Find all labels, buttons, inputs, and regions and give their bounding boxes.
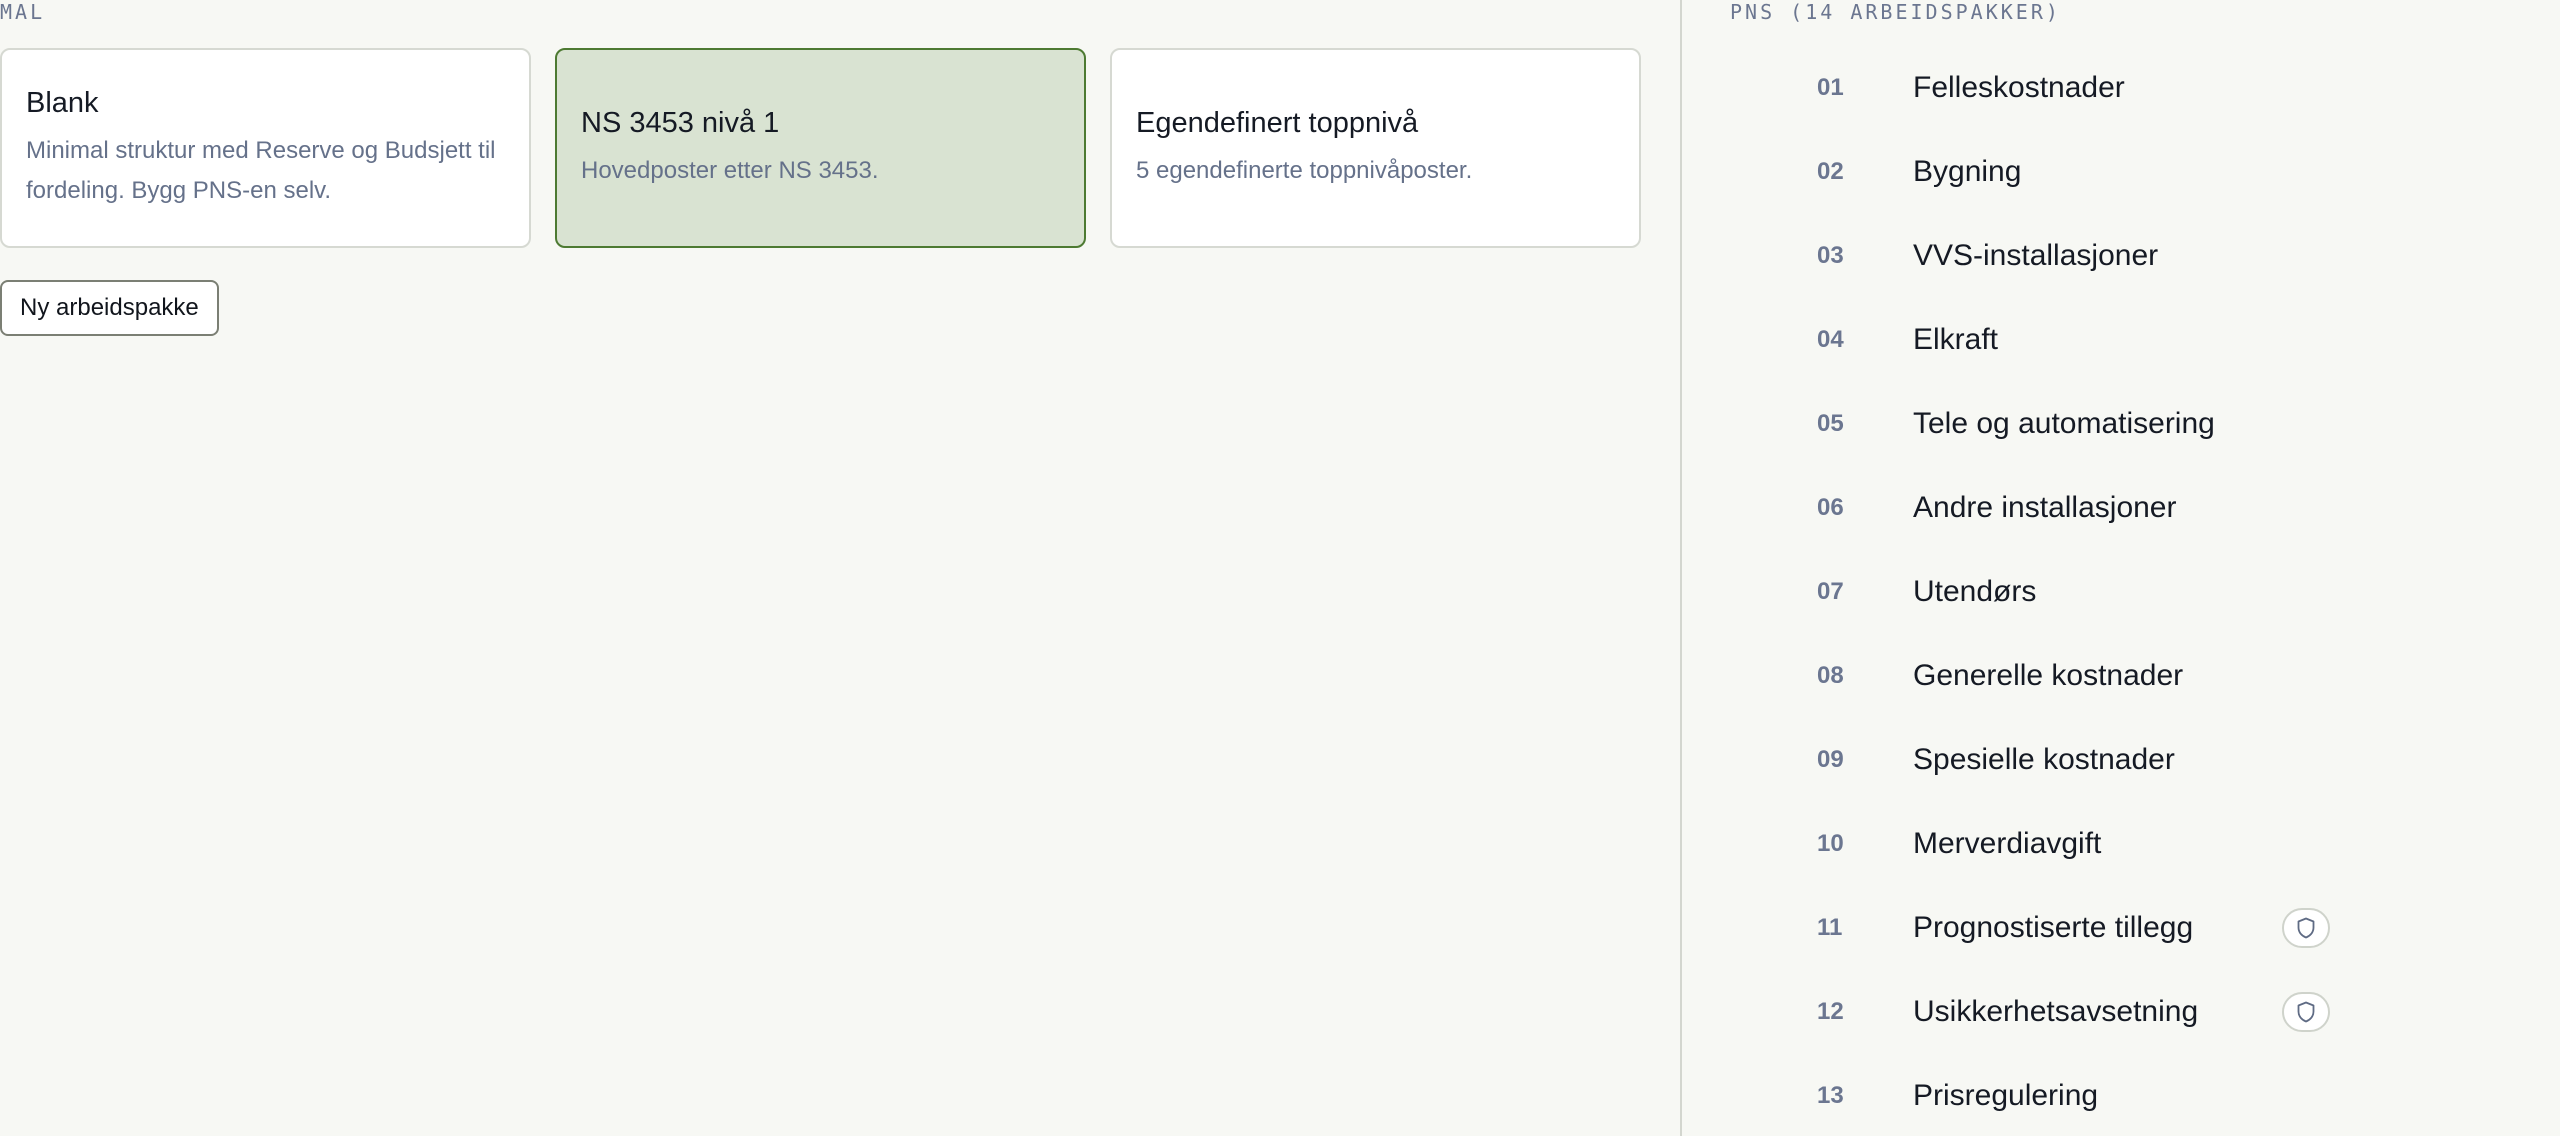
template-section-label: MAL xyxy=(0,0,46,24)
card-title: Egendefinert toppnivå xyxy=(1136,107,1419,139)
card-title: Blank xyxy=(26,87,99,119)
shield-icon xyxy=(2282,908,2330,948)
pns-name: Utendørs xyxy=(1913,575,2037,608)
pns-name: Prognostiserte tillegg xyxy=(1913,911,2194,944)
pns-row[interactable]: 07 Utendørs xyxy=(1682,550,2560,634)
template-cards: Blank Minimal struktur med Reserve og Bu… xyxy=(0,48,1641,248)
pns-name: Merverdiavgift xyxy=(1913,827,2102,860)
pns-name: Tele og automatisering xyxy=(1913,407,2215,440)
pns-number: 05 xyxy=(1817,410,1844,437)
template-card-blank[interactable]: Blank Minimal struktur med Reserve og Bu… xyxy=(0,48,531,248)
page: MAL Blank Minimal struktur med Reserve o… xyxy=(0,0,2560,1136)
pns-name: Bygning xyxy=(1913,155,2022,188)
pns-name: Spesielle kostnader xyxy=(1913,743,2175,776)
template-card-custom[interactable]: Egendefinert toppnivå 5 egendefinerte to… xyxy=(1110,48,1641,248)
card-description: 5 egendefinerte toppnivåposter. xyxy=(1136,157,1473,184)
pns-number: 12 xyxy=(1817,998,1844,1025)
card-title: NS 3453 nivå 1 xyxy=(581,107,780,139)
shield-icon xyxy=(2282,992,2330,1032)
pns-name: Usikkerhetsavsetning xyxy=(1913,995,2199,1028)
pns-row[interactable]: 01 Felleskostnader xyxy=(1682,46,2560,130)
pns-number: 02 xyxy=(1817,158,1844,185)
pns-number: 08 xyxy=(1817,662,1844,689)
pns-number: 01 xyxy=(1817,74,1844,101)
pns-row[interactable]: 06 Andre installasjoner xyxy=(1682,466,2560,550)
pns-row[interactable]: 12 Usikkerhetsavsetning xyxy=(1682,970,2560,1054)
pns-row[interactable]: 11 Prognostiserte tillegg xyxy=(1682,886,2560,970)
pns-row[interactable]: 10 Merverdiavgift xyxy=(1682,802,2560,886)
pns-number: 03 xyxy=(1817,242,1844,269)
pns-number: 07 xyxy=(1817,578,1844,605)
template-panel: MAL Blank Minimal struktur med Reserve o… xyxy=(0,0,1680,1136)
pns-number: 10 xyxy=(1817,830,1844,857)
pns-name: Generelle kostnader xyxy=(1913,659,2184,692)
pns-row[interactable]: 03 VVS-installasjoner xyxy=(1682,214,2560,298)
pns-row[interactable]: 13 Prisregulering xyxy=(1682,1054,2560,1136)
pns-name: Felleskostnader xyxy=(1913,71,2125,104)
card-description: Hovedposter etter NS 3453. xyxy=(581,157,879,184)
pns-row[interactable]: 08 Generelle kostnader xyxy=(1682,634,2560,718)
pns-number: 13 xyxy=(1817,1082,1844,1109)
pns-number: 06 xyxy=(1817,494,1844,521)
pns-name: Prisregulering xyxy=(1913,1079,2099,1112)
pns-section-label: PNS (14 ARBEIDSPAKKER) xyxy=(1730,0,2061,24)
pns-name: VVS-installasjoner xyxy=(1913,239,2159,272)
pns-panel: PNS (14 ARBEIDSPAKKER) 01 Felleskostnader… xyxy=(1682,0,2560,1136)
pns-row[interactable]: 04 Elkraft xyxy=(1682,298,2560,382)
pns-list: 01 Felleskostnader 02 Bygning 03 VVS-installa… xyxy=(1682,46,2560,1136)
pns-row[interactable]: 05 Tele og automatisering xyxy=(1682,382,2560,466)
pns-name: Elkraft xyxy=(1913,323,1999,356)
card-description: Minimal struktur med Reserve og Budsjett… xyxy=(26,137,496,204)
pns-number: 04 xyxy=(1817,326,1844,353)
pns-row[interactable]: 09 Spesielle kostnader xyxy=(1682,718,2560,802)
template-card-ns3453[interactable]: NS 3453 nivå 1 Hovedposter etter NS 3453… xyxy=(555,48,1086,248)
pns-row[interactable]: 02 Bygning xyxy=(1682,130,2560,214)
new-work-package-button[interactable]: Ny arbeidspakke xyxy=(0,280,219,336)
pns-number: 11 xyxy=(1817,914,1843,941)
pns-number: 09 xyxy=(1817,746,1844,773)
pns-name: Andre installasjoner xyxy=(1913,491,2177,524)
